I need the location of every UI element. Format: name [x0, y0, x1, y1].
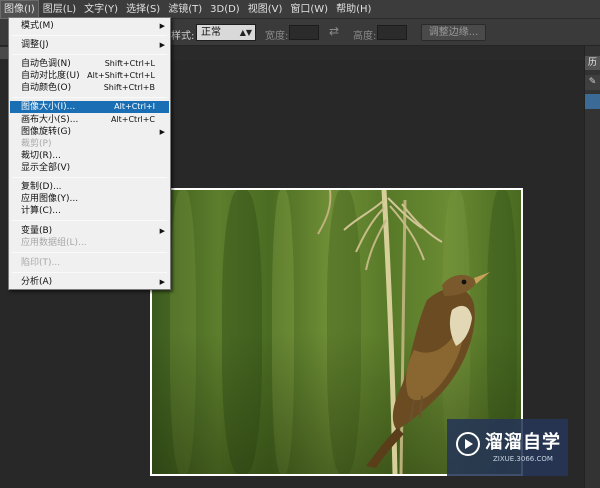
menu-separator: [12, 54, 167, 55]
menu-item-trap: 陷印(T)...: [10, 257, 169, 269]
bird-eye: [461, 279, 467, 285]
menu-item-duplicate[interactable]: 复制(D)...: [10, 181, 169, 193]
bird-tail: [366, 428, 404, 468]
menu-item-label: 变量(B): [21, 226, 53, 236]
menu-item-variables[interactable]: 变量(B) ▶: [10, 225, 169, 237]
menu-layer[interactable]: 图层(L): [39, 0, 80, 19]
style-label: 样式:: [171, 31, 195, 42]
menu-item-analysis[interactable]: 分析(A) ▶: [10, 276, 169, 288]
style-select[interactable]: 正常 ▲▼: [196, 24, 256, 41]
menu-item-label: 图像旋转(G): [21, 127, 71, 137]
menu-item-adjustments[interactable]: 调整(J) ▶: [10, 39, 169, 51]
menu-item-label: 自动色调(N): [21, 59, 71, 69]
menu-select[interactable]: 选择(S): [122, 0, 164, 19]
menu-item-shortcut: Alt+Ctrl+C: [110, 115, 155, 124]
width-label: 宽度:: [265, 31, 289, 42]
menu-separator: [12, 272, 167, 273]
menu-item-label: 显示全部(V): [21, 163, 71, 173]
reed-seed: [317, 190, 332, 235]
menu-item-trim[interactable]: 裁切(R)...: [10, 150, 169, 162]
menu-item-auto-color[interactable]: 自动颜色(O) Shift+Ctrl+B: [10, 82, 169, 94]
menu-item-label: 分析(A): [21, 277, 53, 287]
menu-item-canvas-size[interactable]: 画布大小(S)... Alt+Ctrl+C: [10, 114, 169, 126]
menu-separator: [12, 252, 167, 253]
menu-item-image-size[interactable]: 图像大小(I)... Alt+Ctrl+I: [10, 101, 169, 113]
swap-icon[interactable]: ⇄: [329, 24, 339, 38]
width-input[interactable]: [289, 25, 319, 40]
bird-beak: [474, 272, 490, 284]
menu-item-label: 自动对比度(U): [21, 71, 80, 81]
menu-type[interactable]: 文字(Y): [80, 0, 122, 19]
menu-item-label: 模式(M): [21, 21, 54, 31]
submenu-arrow-icon: ▶: [159, 22, 165, 30]
menu-item-calculations[interactable]: 计算(C)...: [10, 205, 169, 217]
menu-item-label: 画布大小(S)...: [21, 115, 79, 125]
history-state-selected[interactable]: [585, 94, 600, 109]
submenu-arrow-icon: ▶: [159, 128, 165, 136]
submenu-arrow-icon: ▶: [159, 227, 165, 235]
menu-item-label: 裁切(R)...: [21, 151, 61, 161]
menu-view[interactable]: 视图(V): [244, 0, 287, 19]
menu-item-label: 自动颜色(O): [21, 83, 72, 93]
menu-image[interactable]: 图像(I): [0, 0, 39, 19]
menu-item-label: 图像大小(I)...: [21, 102, 76, 112]
submenu-arrow-icon: ▶: [159, 278, 165, 286]
menu-item-label: 应用数据组(L)...: [21, 238, 87, 248]
watermark: 溜溜自学 ZIXUE.3066.COM: [447, 419, 568, 476]
refine-edge-button[interactable]: 调整边缘...: [421, 24, 486, 41]
menu-item-auto-tone[interactable]: 自动色调(N) Shift+Ctrl+L: [10, 58, 169, 70]
menu-item-label: 调整(J): [21, 40, 49, 50]
brush-icon[interactable]: ✎: [585, 75, 600, 90]
menu-item-label: 裁剪(P): [21, 139, 52, 149]
submenu-arrow-icon: ▶: [159, 41, 165, 49]
height-label: 高度:: [353, 31, 377, 42]
menu-item-auto-contrast[interactable]: 自动对比度(U) Alt+Shift+Ctrl+L: [10, 70, 169, 82]
menu-item-label: 计算(C)...: [21, 206, 61, 216]
menu-item-apply-image[interactable]: 应用图像(Y)...: [10, 193, 169, 205]
menu-item-apply-data-set: 应用数据组(L)...: [10, 237, 169, 249]
menu-help[interactable]: 帮助(H): [332, 0, 375, 19]
menu-separator: [12, 177, 167, 178]
right-panel-strip: [584, 46, 600, 488]
menu-item-label: 复制(D)...: [21, 182, 62, 192]
menu-separator: [12, 220, 167, 221]
bird-head: [442, 274, 476, 296]
document-tab[interactable]: [0, 47, 8, 59]
image-menu-dropdown: 模式(M) ▶ 调整(J) ▶ 自动色调(N) Shift+Ctrl+L 自动对…: [8, 17, 171, 290]
menu-filter[interactable]: 滤镜(T): [164, 0, 206, 19]
menu-item-image-rotation[interactable]: 图像旋转(G) ▶: [10, 126, 169, 138]
panel-tab-history[interactable]: 历: [585, 56, 600, 70]
style-select-value: 正常: [201, 27, 221, 38]
reed-seed: [401, 203, 443, 243]
reed-stem: [381, 190, 398, 474]
menu-item-label: 陷印(T)...: [21, 258, 61, 268]
menu-item-label: 应用图像(Y)...: [21, 194, 79, 204]
menu-item-shortcut: Shift+Ctrl+L: [104, 59, 155, 68]
menu-3d[interactable]: 3D(D): [206, 0, 244, 19]
play-logo-icon: [456, 432, 480, 456]
menu-separator: [12, 97, 167, 98]
menu-separator: [12, 35, 167, 36]
watermark-title: 溜溜自学: [485, 432, 561, 453]
height-input[interactable]: [377, 25, 407, 40]
menu-item-shortcut: Alt+Ctrl+I: [114, 102, 155, 111]
menu-item-crop: 裁剪(P): [10, 138, 169, 150]
chevron-updown-icon: ▲▼: [239, 28, 252, 37]
menu-item-shortcut: Shift+Ctrl+B: [103, 83, 155, 92]
menu-window[interactable]: 窗口(W): [286, 0, 332, 19]
watermark-url: ZIXUE.3066.COM: [493, 455, 553, 463]
menu-item-mode[interactable]: 模式(M) ▶: [10, 20, 169, 32]
menu-item-shortcut: Alt+Shift+Ctrl+L: [87, 71, 155, 80]
menu-item-reveal-all[interactable]: 显示全部(V): [10, 162, 169, 174]
reed-seed: [389, 205, 425, 261]
